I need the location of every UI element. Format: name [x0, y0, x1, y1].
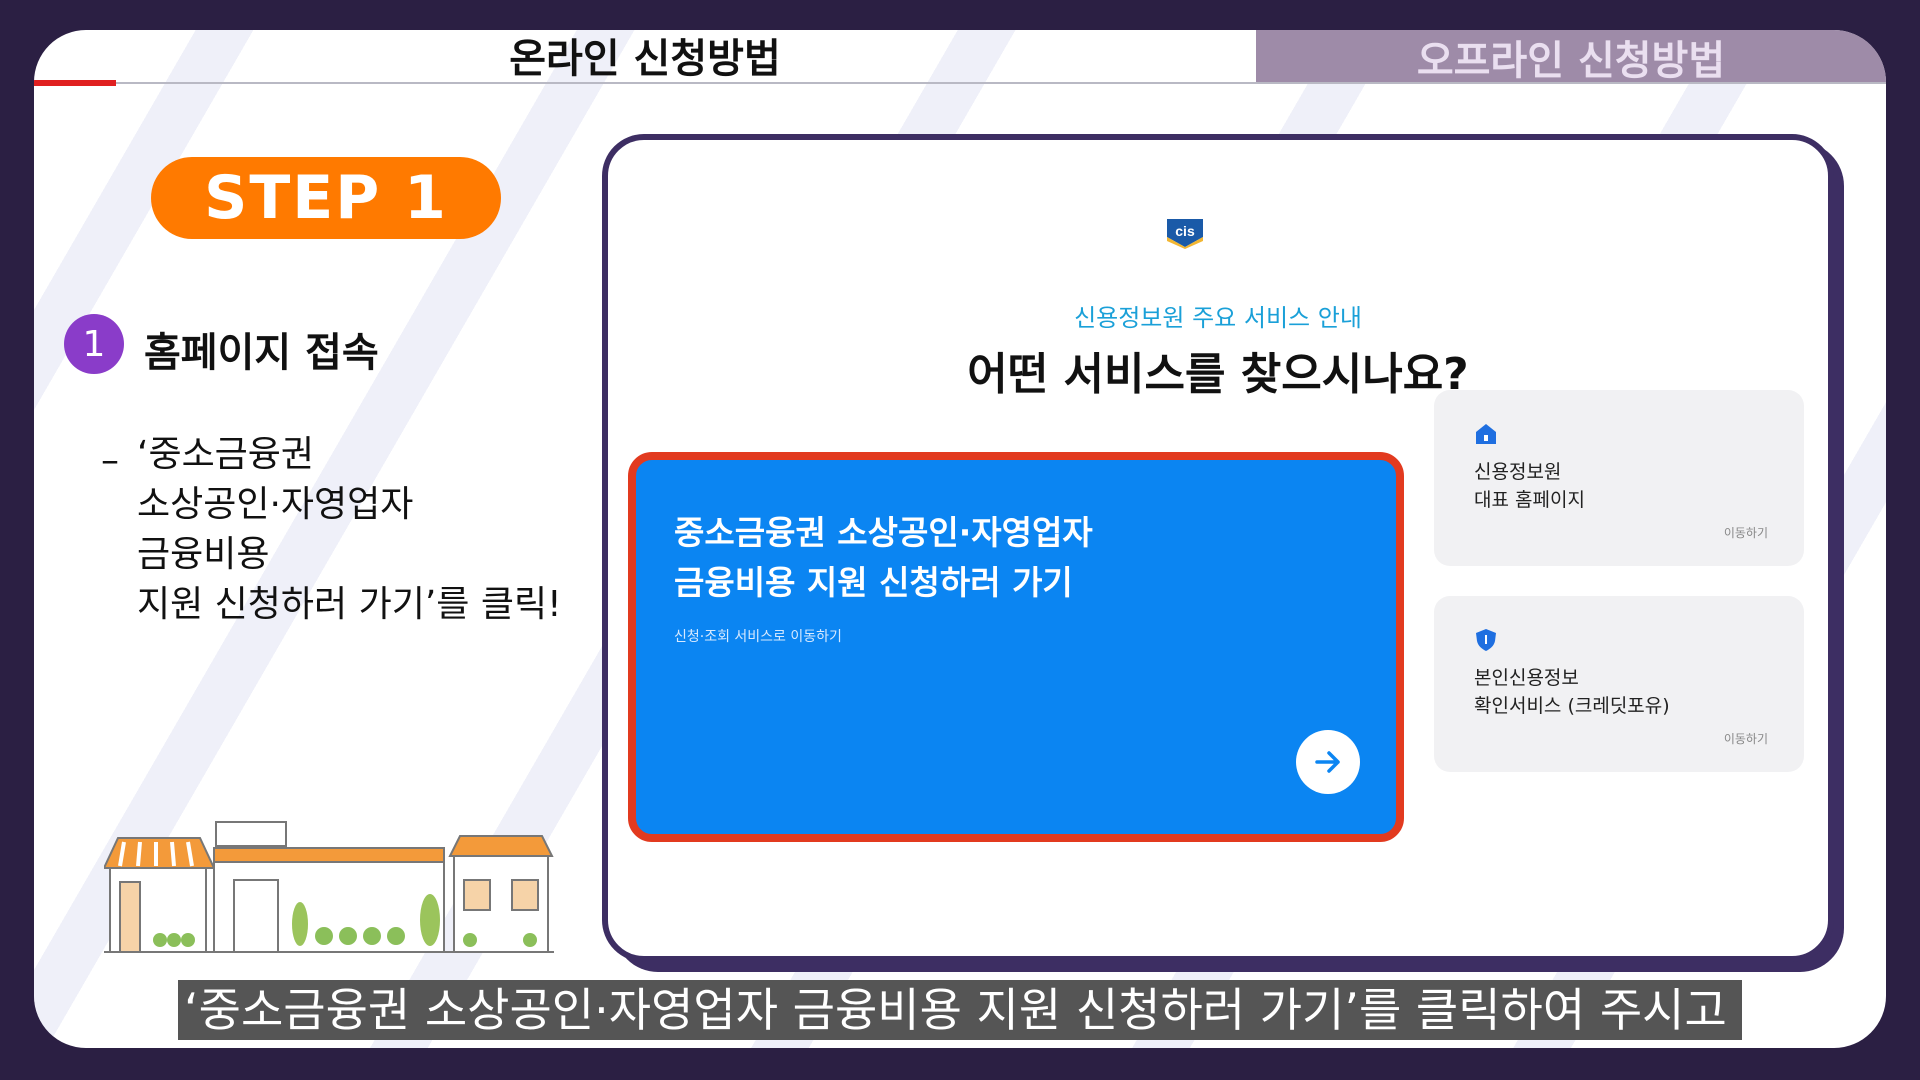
arrow-right-icon [1315, 751, 1340, 773]
instruction-text: ‘중소금융권 소상공인·자영업자 금융비용 지원 신청하러 가기’를 클릭! [137, 430, 562, 630]
header-divider [34, 82, 1886, 84]
credit-info-card-label-line: 본인신용정보 [1474, 667, 1579, 689]
credit-info-card-label-line: 확인서비스 (크레딧포유) [1474, 695, 1670, 717]
homepage-card[interactable]: 신용정보원 대표 홈페이지 이동하기 [1434, 390, 1804, 566]
bullet-dash: – [101, 440, 119, 481]
slide: 온라인 신청방법 오프라인 신청방법 STEP 1 1 홈페이지 접속 – ‘중… [34, 30, 1886, 1048]
instruction-line: ‘중소금융권 [137, 434, 315, 475]
tab-online[interactable]: 온라인 신청방법 [34, 30, 1256, 82]
credit-info-card[interactable]: 본인신용정보 확인서비스 (크레딧포유) 이동하기 [1434, 596, 1804, 772]
step-badge: STEP 1 [151, 157, 501, 239]
instruction-line: 소상공인·자영업자 [137, 484, 414, 525]
service-subtitle: 신용정보원 주요 서비스 안내 [1074, 304, 1362, 332]
credit-info-card-label: 본인신용정보 확인서비스 (크레딧포유) [1474, 664, 1670, 720]
apply-card-title-line: 중소금융권 소상공인·자영업자 [674, 513, 1093, 552]
apply-card-title-line: 금융비용 지원 신청하러 가기 [674, 563, 1073, 602]
instruction-line: 금융비용 [137, 534, 270, 575]
homepage-card-label: 신용정보원 대표 홈페이지 [1474, 458, 1585, 514]
section-title: 홈페이지 접속 [144, 330, 379, 376]
apply-service-card[interactable]: 중소금융권 소상공인·자영업자 금융비용 지원 신청하러 가기 신청·조회 서비… [628, 452, 1404, 842]
home-icon [1476, 424, 1496, 444]
storefront-illustration [104, 821, 554, 953]
apply-card-subtext: 신청·조회 서비스로 이동하기 [674, 629, 842, 645]
homepage-card-label-line: 대표 홈페이지 [1474, 489, 1585, 511]
video-caption: ‘중소금융권 소상공인·자영업자 금융비용 지원 신청하러 가기’를 클릭하여 … [178, 980, 1742, 1040]
instruction-line: 지원 신청하러 가기’를 클릭! [137, 584, 562, 625]
step-number-badge: 1 [64, 314, 124, 374]
homepage-card-link[interactable]: 이동하기 [1724, 524, 1768, 541]
apply-card-title: 중소금융권 소상공인·자영업자 금융비용 지원 신청하러 가기 [674, 508, 1093, 608]
svg-text:cis: cis [1175, 223, 1195, 239]
homepage-card-label-line: 신용정보원 [1474, 461, 1562, 483]
tab-offline[interactable]: 오프라인 신청방법 [1256, 30, 1886, 84]
shield-icon [1476, 629, 1496, 651]
website-screenshot-frame: cis 신용정보원 주요 서비스 안내 어떤 서비스를 찾으시나요? 중소금융권… [602, 134, 1834, 962]
cis-logo-icon: cis [1167, 219, 1203, 249]
arrow-right-button[interactable] [1296, 730, 1360, 794]
credit-info-card-link[interactable]: 이동하기 [1724, 730, 1768, 747]
progress-indicator [34, 80, 116, 86]
